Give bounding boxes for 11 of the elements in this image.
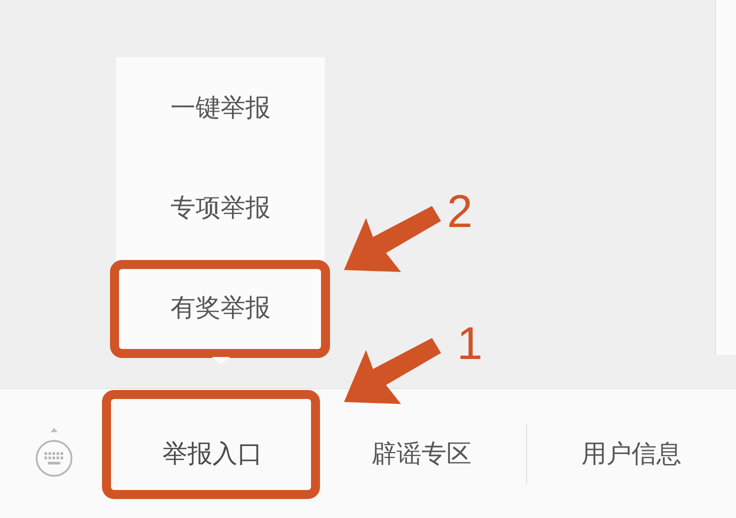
arrow-icon xyxy=(344,206,441,272)
menu-item[interactable]: 专项举报 xyxy=(116,157,325,257)
menu-item[interactable]: 一键举报 xyxy=(116,57,325,157)
arrow-icon xyxy=(344,338,441,404)
annotation-number: 1 xyxy=(457,320,483,366)
menu-tab[interactable]: 辟谣专区 xyxy=(317,389,526,518)
annotation-number: 2 xyxy=(447,188,473,234)
popup-pointer xyxy=(212,357,230,365)
menu-item[interactable]: 有奖举报 xyxy=(116,257,325,357)
menu-tab[interactable]: 举报入口 xyxy=(108,389,318,518)
menu-tab[interactable]: 用户信息 xyxy=(527,389,736,518)
